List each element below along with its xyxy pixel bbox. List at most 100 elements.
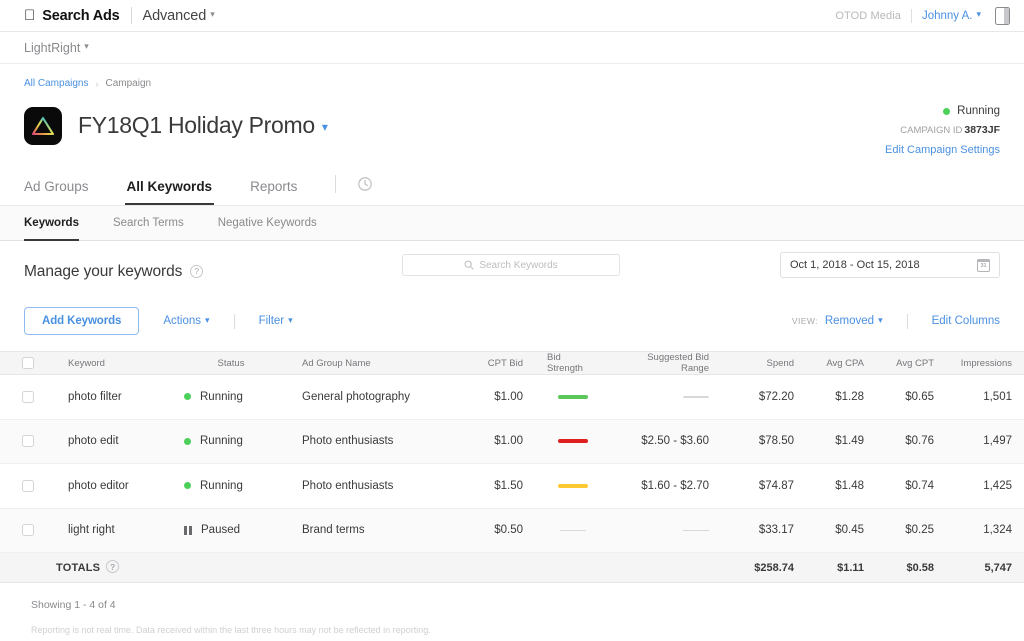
- keywords-table: Keyword Status Ad Group Name CPT Bid Bid…: [0, 351, 1024, 583]
- cell-cpt-bid: $1.00: [494, 390, 523, 403]
- breadcrumb-separator-icon: ›: [95, 78, 99, 89]
- main-tabs: Ad Groups All Keywords Reports: [0, 149, 1024, 205]
- cell-avg-cpa: $1.28: [835, 390, 864, 403]
- date-range-picker[interactable]: Oct 1, 2018 - Oct 15, 2018 31: [780, 252, 1000, 278]
- cell-impressions: 1,497: [983, 435, 1012, 448]
- tab-divider: [335, 175, 337, 193]
- cell-impressions: 1,324: [983, 524, 1012, 537]
- row-checkbox[interactable]: [22, 524, 34, 537]
- edit-campaign-settings-link[interactable]: Edit Campaign Settings: [885, 144, 1000, 156]
- view-value: Removed: [824, 315, 875, 327]
- cell-spend: $74.87: [758, 479, 794, 492]
- bid-strength-bar-yellow: [558, 483, 588, 488]
- column-header-spend[interactable]: Spend: [721, 358, 806, 369]
- cell-avg-cpa: $0.45: [835, 524, 864, 537]
- pagination-summary: Showing 1 - 4 of 4: [31, 599, 116, 611]
- column-header-avg-cpa[interactable]: Avg CPA: [806, 358, 876, 369]
- tab-all-keywords[interactable]: All Keywords: [124, 179, 214, 205]
- select-all-checkbox[interactable]: [22, 357, 34, 369]
- chevron-down-icon[interactable]: ▾: [210, 9, 215, 20]
- cell-avg-cpa: $1.48: [835, 479, 864, 492]
- column-header-keyword[interactable]: Keyword: [56, 358, 172, 369]
- row-checkbox-cell[interactable]: [0, 524, 56, 537]
- cell-spend: $78.50: [758, 435, 794, 448]
- chevron-down-icon: ▾: [878, 315, 883, 325]
- search-keywords-field[interactable]: Search Keywords: [402, 254, 620, 276]
- subtab-search-terms[interactable]: Search Terms: [113, 205, 184, 241]
- help-icon[interactable]: ?: [190, 264, 204, 278]
- column-header-ad-group-name[interactable]: Ad Group Name: [290, 358, 460, 369]
- table-row[interactable]: light right Paused Brand terms $0.50 $33…: [0, 508, 1024, 553]
- bid-strength-bar-red: [558, 439, 588, 444]
- cell-ad-group-name: Photo enthusiasts: [302, 435, 394, 448]
- user-menu-label[interactable]: Johnny A.: [922, 10, 973, 22]
- cell-cpt-bid: $1.00: [494, 435, 523, 448]
- history-clock-icon[interactable]: [356, 175, 373, 197]
- campaign-id: CAMPAIGN ID 3873JF: [885, 124, 1000, 136]
- column-header-bid-strength[interactable]: Bid Strength: [535, 352, 611, 374]
- totals-label: TOTALS: [56, 561, 101, 574]
- table-row[interactable]: photo editor Running Photo enthusiasts $…: [0, 464, 1024, 509]
- add-keywords-button[interactable]: Add Keywords: [24, 307, 140, 335]
- pause-icon: [184, 525, 192, 535]
- help-icon[interactable]: ?: [106, 560, 120, 573]
- row-checkbox[interactable]: [22, 479, 34, 492]
- edit-columns-link[interactable]: Edit Columns: [932, 315, 1000, 327]
- chevron-down-icon[interactable]: ▾: [976, 9, 981, 20]
- table-row[interactable]: photo filter Running General photography…: [0, 375, 1024, 420]
- cell-ad-group-name: Brand terms: [302, 524, 365, 537]
- sidebar-toggle-icon[interactable]: [995, 6, 1010, 25]
- cell-bid-strength: [535, 529, 611, 531]
- cell-bid-strength: [535, 483, 611, 488]
- row-checkbox-cell[interactable]: [0, 435, 56, 448]
- row-checkbox-cell[interactable]: [0, 479, 56, 492]
- cell-suggested-bid-range: $2.50 - $3.60: [641, 435, 709, 448]
- reporting-disclaimer: Reporting is not real time. Data receive…: [31, 625, 431, 635]
- column-header-suggested-bid-range[interactable]: Suggested Bid Range: [611, 352, 721, 374]
- row-checkbox[interactable]: [22, 435, 34, 448]
- view-dropdown[interactable]: Removed ▾: [825, 315, 883, 327]
- actions-dropdown[interactable]: Actions ▾: [163, 315, 209, 327]
- page-title: FY18Q1 Holiday Promo: [78, 112, 315, 138]
- subtab-keywords[interactable]: Keywords: [24, 205, 79, 241]
- column-header-impressions[interactable]: Impressions: [946, 358, 1024, 369]
- row-checkbox-cell[interactable]: [0, 390, 56, 403]
- keywords-toolbar: Add Keywords Actions ▾ Filter ▾ VIEW: Remo…: [0, 281, 1024, 335]
- cell-impressions: 1,501: [983, 390, 1012, 403]
- campaign-id-value: 3873JF: [964, 124, 1000, 136]
- column-header-cpt-bid[interactable]: CPT Bid: [460, 358, 535, 369]
- cell-keyword: photo filter: [68, 390, 122, 403]
- edition-label: Advanced: [131, 7, 207, 24]
- column-header-status[interactable]: Status: [172, 358, 290, 369]
- cell-ad-group-name: Photo enthusiasts: [302, 479, 394, 492]
- toolbar-divider: [906, 313, 908, 329]
- cell-keyword: photo editor: [68, 479, 129, 492]
- breadcrumb-all-campaigns[interactable]: All Campaigns: [24, 78, 88, 89]
- column-header-avg-cpt[interactable]: Avg CPT: [876, 358, 946, 369]
- cell-impressions: 1,425: [983, 479, 1012, 492]
- totals-avg-cpt: $0.58: [906, 561, 934, 574]
- breadcrumb: All Campaigns › Campaign: [0, 64, 1024, 89]
- row-checkbox[interactable]: [22, 390, 34, 403]
- totals-avg-cpa: $1.11: [837, 561, 864, 574]
- table-row[interactable]: photo edit Running Photo enthusiasts $1.…: [0, 419, 1024, 464]
- page-title-group: FY18Q1 Holiday Promo ▾: [78, 105, 328, 149]
- subtab-negative-keywords[interactable]: Negative Keywords: [218, 205, 317, 241]
- sub-tabs: Keywords Search Terms Negative Keywords: [0, 205, 1024, 241]
- cell-suggested-bid-range: $1.60 - $2.70: [641, 479, 709, 492]
- search-input-placeholder: Search Keywords: [479, 259, 558, 271]
- tab-ad-groups[interactable]: Ad Groups: [24, 179, 89, 205]
- chevron-down-icon[interactable]: ▾: [84, 41, 89, 52]
- toolbar-right-group: VIEW: Removed ▾ Edit Columns: [792, 313, 1000, 329]
- cell-status: Running: [172, 480, 290, 492]
- filter-label: Filter: [258, 315, 285, 327]
- tab-reports[interactable]: Reports: [250, 179, 297, 205]
- search-ads-campaign-page:  Search Ads Advanced ▾ OTOD Media Johnn…: [0, 0, 1024, 641]
- triangle-logo-icon: [31, 116, 55, 136]
- select-all-checkbox-cell[interactable]: [0, 357, 56, 369]
- filter-dropdown[interactable]: Filter ▾: [259, 315, 293, 327]
- brand-name-label: Search Ads: [31, 7, 119, 24]
- account-name-label[interactable]: LightRight: [24, 41, 80, 55]
- brand-logo[interactable]:  Search Ads: [24, 8, 120, 24]
- chevron-down-icon[interactable]: ▾: [322, 107, 328, 147]
